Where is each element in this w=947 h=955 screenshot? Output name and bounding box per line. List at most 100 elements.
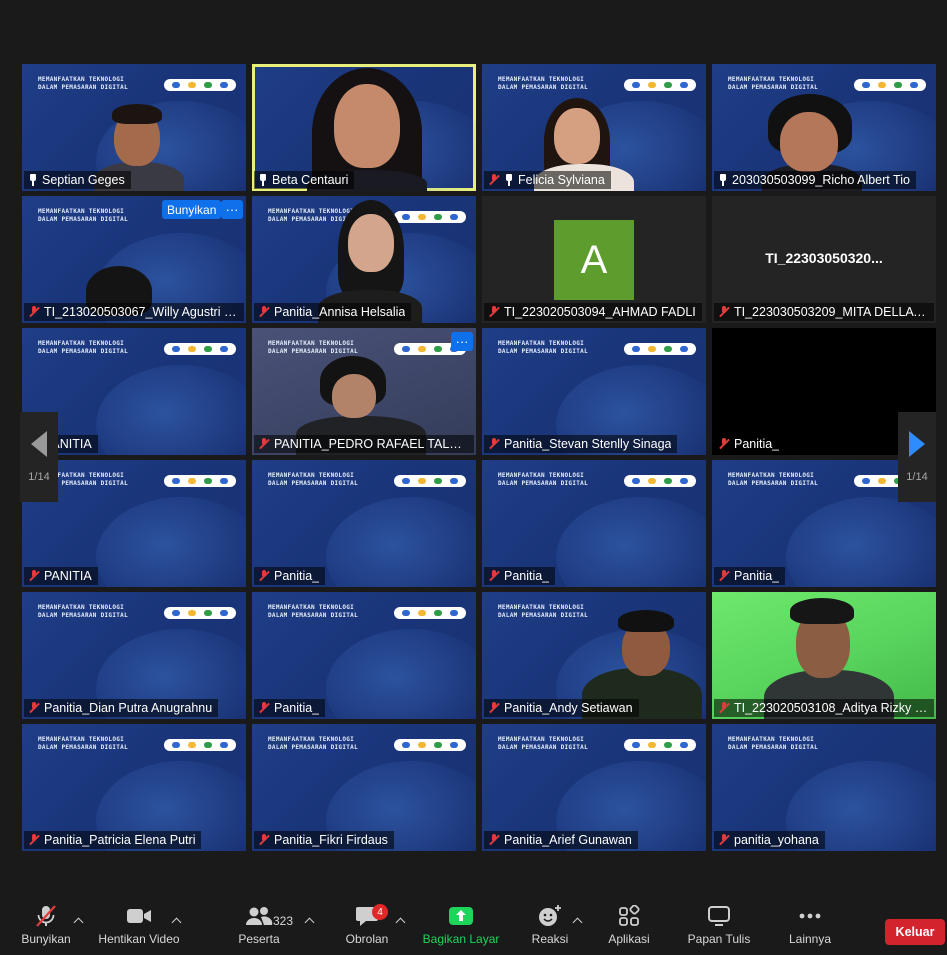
background-swirl	[786, 497, 936, 587]
apps-icon	[618, 900, 640, 932]
video-tile[interactable]: MEMANFAATKAN TEKNOLOGI DALAM PEMASARAN D…	[252, 724, 476, 851]
participant-name-bar: 203030503099_Richo Albert Tio	[714, 171, 916, 189]
banner-title: MEMANFAATKAN TEKNOLOGI DALAM PEMASARAN D…	[498, 340, 588, 355]
chat-button[interactable]: 4 Obrolan	[342, 900, 392, 955]
video-tile[interactable]: MEMANFAATKAN TEKNOLOGI DALAM PEMASARAN D…	[252, 328, 476, 455]
banner-title: MEMANFAATKAN TEKNOLOGI DALAM PEMASARAN D…	[38, 208, 128, 223]
more-options-button[interactable]: ···	[451, 332, 473, 351]
participants-button[interactable]: 323 Peserta	[234, 900, 293, 955]
participant-name: Panitia_Stevan Stenlly Sinaga	[504, 437, 672, 451]
video-tile[interactable]: MEMANFAATKAN TEKNOLOGI DALAM PEMASARAN D…	[252, 196, 476, 323]
more-options-button[interactable]: ···	[221, 200, 243, 219]
video-tile[interactable]: MEMANFAATKAN TEKNOLOGI DALAM PEMASARAN D…	[712, 724, 936, 851]
banner-title: MEMANFAATKAN TEKNOLOGI DALAM PEMASARAN D…	[38, 340, 128, 355]
participant-name-bar: TI_223020503094_AHMAD FADLI	[484, 303, 702, 321]
participant-name: Panitia_	[504, 569, 550, 583]
participant-name-bar: Panitia_Arief Gunawan	[484, 831, 638, 849]
participant-name: Panitia_	[274, 569, 320, 583]
muted-mic-icon	[488, 174, 500, 186]
banner-title: MEMANFAATKAN TEKNOLOGI DALAM PEMASARAN D…	[728, 76, 818, 91]
banner-title: MEMANFAATKAN TEKNOLOGI DALAM PEMASARAN D…	[38, 736, 128, 751]
muted-mic-icon	[28, 306, 40, 318]
participants-label: Peserta	[238, 932, 280, 946]
video-tile[interactable]: MEMANFAATKAN TEKNOLOGI DALAM PEMASARAN D…	[22, 64, 246, 191]
video-tile[interactable]: MEMANFAATKAN TEKNOLOGI DALAM PEMASARAN D…	[482, 724, 706, 851]
stop-video-label: Hentikan Video	[98, 932, 180, 946]
stop-video-button[interactable]: Hentikan Video	[96, 900, 182, 955]
arrow-right-icon	[909, 431, 925, 457]
video-tile-no-video[interactable]: TI_22303050320... TI_223030503209_MITA D…	[712, 196, 936, 323]
next-page-button[interactable]: 1/14	[898, 412, 936, 502]
sponsor-logos	[394, 739, 466, 751]
participant-name: Panitia_Arief Gunawan	[504, 833, 632, 847]
muted-mic-icon	[488, 834, 500, 846]
muted-mic-icon	[718, 570, 730, 582]
muted-mic-icon	[718, 438, 730, 450]
participants-count: 323	[273, 914, 294, 928]
leave-meeting-button[interactable]: Keluar	[885, 919, 945, 945]
muted-mic-icon	[258, 570, 270, 582]
banner-title: MEMANFAATKAN TEKNOLOGI DALAM PEMASARAN D…	[268, 340, 358, 355]
banner-title: MEMANFAATKAN TEKNOLOGI DALAM PEMASARAN D…	[728, 472, 818, 487]
video-tile[interactable]: MEMANFAATKAN TEKNOLOGI DALAM PEMASARAN D…	[22, 592, 246, 719]
banner-title: MEMANFAATKAN TEKNOLOGI DALAM PEMASARAN D…	[268, 472, 358, 487]
participant-name: PANITIA	[44, 569, 92, 583]
video-tile[interactable]: TI_223020503108_Aditya Rizky Fe...	[712, 592, 936, 719]
participant-name-bar: Panitia_Annisa Helsalia	[254, 303, 412, 321]
muted-mic-icon	[488, 570, 500, 582]
more-button[interactable]: Lainnya	[786, 900, 834, 955]
banner-title: MEMANFAATKAN TEKNOLOGI DALAM PEMASARAN D…	[38, 604, 128, 619]
pin-icon	[504, 174, 514, 186]
reactions-button[interactable]: Reaksi	[530, 900, 570, 955]
whiteboard-button[interactable]: Papan Tulis	[686, 900, 752, 955]
video-tile-active-speaker[interactable]: Beta Centauri	[252, 64, 476, 191]
muted-mic-icon	[258, 702, 270, 714]
participant-name-bar: Felicia Sylviana	[484, 171, 611, 189]
apps-button[interactable]: Aplikasi	[606, 900, 652, 955]
muted-mic-icon	[488, 306, 500, 318]
sponsor-logos	[164, 79, 236, 91]
video-tile[interactable]: MEMANFAATKAN TEKNOLOGI DALAM PEMASARAN D…	[482, 64, 706, 191]
video-tile[interactable]: MEMANFAATKAN TEKNOLOGI DALAM PEMASARAN D…	[482, 592, 706, 719]
reactions-options-caret[interactable]	[572, 917, 583, 928]
video-tile[interactable]: MEMANFAATKAN TEKNOLOGI DALAM PEMASARAN D…	[252, 592, 476, 719]
participants-icon: 323	[245, 900, 293, 932]
video-tile[interactable]: MEMANFAATKAN TEKNOLOGI DALAM PEMASARAN D…	[482, 328, 706, 455]
participants-options-caret[interactable]	[304, 917, 315, 928]
participant-name-bar: Panitia_	[714, 435, 786, 453]
background-swirl	[326, 497, 476, 587]
video-tile[interactable]: MEMANFAATKAN TEKNOLOGI DALAM PEMASARAN D…	[712, 64, 936, 191]
unmute-button[interactable]: Bunyikan	[18, 900, 74, 955]
previous-page-button[interactable]: 1/14	[20, 412, 58, 502]
muted-mic-icon	[258, 438, 270, 450]
sponsor-logos	[164, 739, 236, 751]
pin-icon	[718, 174, 728, 186]
video-tile[interactable]: MEMANFAATKAN TEKNOLOGI DALAM PEMASARAN D…	[22, 724, 246, 851]
muted-mic-icon	[718, 702, 730, 714]
audio-options-caret[interactable]	[73, 917, 84, 928]
participant-name: TI_223020503108_Aditya Rizky Fe...	[734, 701, 928, 715]
banner-title: MEMANFAATKAN TEKNOLOGI DALAM PEMASARAN D…	[498, 736, 588, 751]
participant-name: Panitia_	[734, 437, 780, 451]
sponsor-logos	[394, 607, 466, 619]
participant-name: Beta Centauri	[272, 173, 349, 187]
more-dots-icon	[798, 900, 822, 932]
unmute-request-button[interactable]: Bunyikan	[162, 200, 222, 219]
pin-icon	[28, 174, 38, 186]
banner-title: MEMANFAATKAN TEKNOLOGI DALAM PEMASARAN D…	[498, 472, 588, 487]
participant-name-bar: Panitia_Patricia Elena Putri	[24, 831, 202, 849]
share-screen-button[interactable]: Bagikan Layar	[422, 900, 500, 955]
arrow-left-icon	[31, 431, 47, 457]
sponsor-logos	[624, 475, 696, 487]
chat-options-caret[interactable]	[395, 917, 406, 928]
muted-mic-icon	[488, 702, 500, 714]
video-tile[interactable]: MEMANFAATKAN TEKNOLOGI DALAM PEMASARAN D…	[252, 460, 476, 587]
background-swirl	[556, 497, 706, 587]
video-tile-no-video[interactable]: A TI_223020503094_AHMAD FADLI	[482, 196, 706, 323]
video-tile[interactable]: MEMANFAATKAN TEKNOLOGI DALAM PEMASARAN D…	[22, 196, 246, 323]
apps-label: Aplikasi	[608, 932, 650, 946]
background-swirl	[96, 365, 246, 455]
participant-name: Panitia_Andy Setiawan	[504, 701, 633, 715]
video-tile[interactable]: MEMANFAATKAN TEKNOLOGI DALAM PEMASARAN D…	[482, 460, 706, 587]
muted-mic-icon	[258, 306, 270, 318]
